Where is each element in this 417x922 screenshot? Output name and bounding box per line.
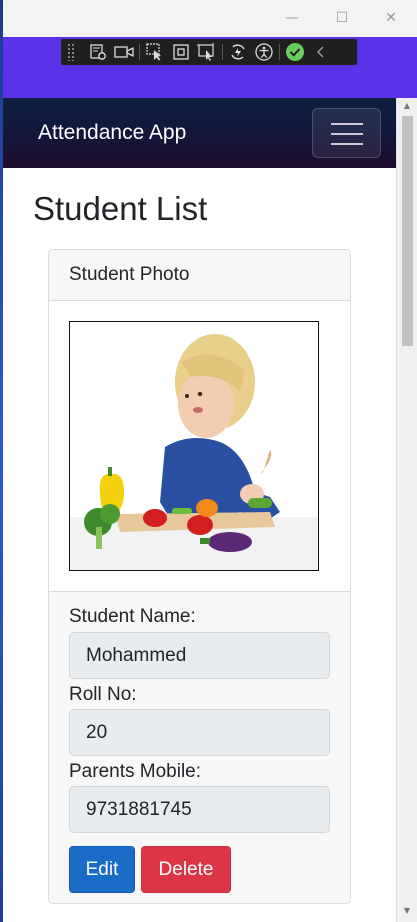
video-icon[interactable] [111, 41, 137, 63]
roll-no-label: Roll No: [69, 684, 137, 705]
vertical-scrollbar[interactable]: ▲ ▼ [396, 98, 417, 922]
navbar: Attendance App [3, 98, 396, 168]
close-button[interactable]: ✕ [381, 8, 401, 28]
scroll-down-icon[interactable]: ▼ [401, 906, 413, 915]
scrollbar-thumb[interactable] [402, 116, 413, 346]
hot-reload-icon[interactable] [225, 41, 251, 63]
select-element-icon[interactable] [142, 41, 168, 63]
frame-icon[interactable] [168, 41, 194, 63]
window-titlebar: — ☐ ✕ [3, 0, 417, 37]
student-name-label: Student Name: [69, 606, 196, 627]
page-title: Student List [33, 190, 208, 227]
card-header: Student Photo [49, 250, 350, 301]
roll-no-field[interactable]: 20 [69, 709, 330, 756]
toolbar-divider [139, 44, 140, 60]
parents-mobile-field[interactable]: 9731881745 [69, 786, 330, 833]
scroll-up-icon[interactable]: ▲ [401, 101, 413, 110]
check-icon[interactable] [282, 41, 308, 63]
hamburger-icon [331, 133, 363, 135]
app-window: — ☐ ✕ Attendance App Student List Studen… [3, 0, 417, 922]
student-card: Student Photo Student Name: Mohammed Rol… [48, 249, 351, 904]
student-photo [69, 321, 319, 571]
debug-band [3, 37, 417, 98]
student-name-field[interactable]: Mohammed [69, 632, 330, 679]
toolbar-divider [279, 44, 280, 60]
accessibility-icon[interactable] [251, 41, 277, 63]
delete-button[interactable]: Delete [141, 846, 231, 893]
dev-toolbar [61, 39, 357, 65]
hamburger-icon [331, 143, 363, 145]
minimize-button[interactable]: — [282, 8, 302, 28]
card-footer: Student Name: Mohammed Roll No: 20 Paren… [49, 591, 350, 903]
app-viewport: Attendance App Student List Student Phot… [3, 98, 396, 922]
hamburger-icon [331, 123, 363, 125]
edit-button[interactable]: Edit [69, 846, 135, 893]
collapse-chevron-icon[interactable] [308, 41, 334, 63]
maximize-button[interactable]: ☐ [332, 8, 352, 28]
parents-mobile-label: Parents Mobile: [69, 761, 202, 782]
toolbar-divider [222, 44, 223, 60]
navbar-brand[interactable]: Attendance App [38, 121, 186, 145]
inspect-layout-icon[interactable] [194, 41, 220, 63]
drag-grip-icon[interactable] [67, 43, 75, 61]
menu-toggle-button[interactable] [312, 108, 381, 158]
settings-device-icon[interactable] [85, 41, 111, 63]
